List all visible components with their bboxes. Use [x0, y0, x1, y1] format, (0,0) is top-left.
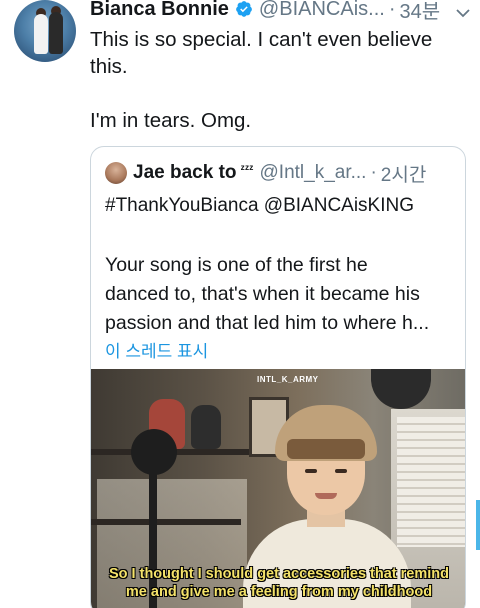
tweet-header: Bianca Bonnie @BIANCAis... · 34분	[90, 0, 470, 24]
sleep-emoji: ᶻᶻᶻ	[240, 162, 254, 176]
video-subtitle: So I thought I should get accessories th…	[91, 565, 465, 601]
quoted-author-handle: @Intl_k_ar...	[259, 162, 367, 183]
tweet-text-line: I'm in tears. Omg.	[90, 109, 252, 132]
show-thread-link[interactable]: 이 스레드 표시	[105, 337, 208, 362]
quoted-tweet-card[interactable]: Jae back to ᶻᶻᶻ @Intl_k_ar... · 2시간 #Tha…	[90, 146, 466, 608]
quoted-timestamp: 2시간	[380, 164, 427, 186]
scroll-indicator	[476, 500, 480, 550]
quoted-text-line: danced to, that's when it became his	[105, 283, 420, 305]
quoted-video-thumbnail[interactable]: INTL_K_ARMY So I thought I should get ac…	[91, 369, 465, 608]
separator-dot: ·	[370, 162, 377, 183]
separator-dot: ·	[388, 0, 396, 20]
tweet-timestamp[interactable]: 34분	[399, 0, 440, 24]
author-name[interactable]: Bianca Bonnie	[90, 0, 229, 21]
tweet-text: This is so special. I can't even believe…	[90, 26, 450, 134]
quoted-author-avatar	[105, 162, 127, 184]
video-watermark: INTL_K_ARMY	[257, 375, 319, 384]
chevron-down-icon[interactable]	[456, 8, 470, 18]
subtitle-line: me and give me a feeling from my childho…	[125, 584, 433, 600]
quoted-text-line: passion and that led him to where h...	[105, 312, 430, 334]
quoted-text: Your song is one of the first he danced …	[105, 251, 455, 338]
quoted-tweet-header: Jae back to ᶻᶻᶻ @Intl_k_ar... · 2시간	[105, 161, 455, 186]
quoted-hashtags: #ThankYouBianca @BIANCAisKING	[105, 195, 415, 216]
verified-badge-icon	[236, 1, 252, 17]
quoted-text-line: Your song is one of the first he	[105, 254, 368, 276]
tweet-text-line: This is so special. I can't even believe	[90, 28, 433, 51]
tweet-text-line: this.	[90, 55, 128, 78]
author-handle[interactable]: @BIANCAis...	[259, 0, 385, 21]
author-avatar[interactable]	[14, 0, 76, 62]
quoted-author-name: Jae back to	[133, 162, 237, 183]
subtitle-line: So I thought I should get accessories th…	[109, 566, 449, 582]
